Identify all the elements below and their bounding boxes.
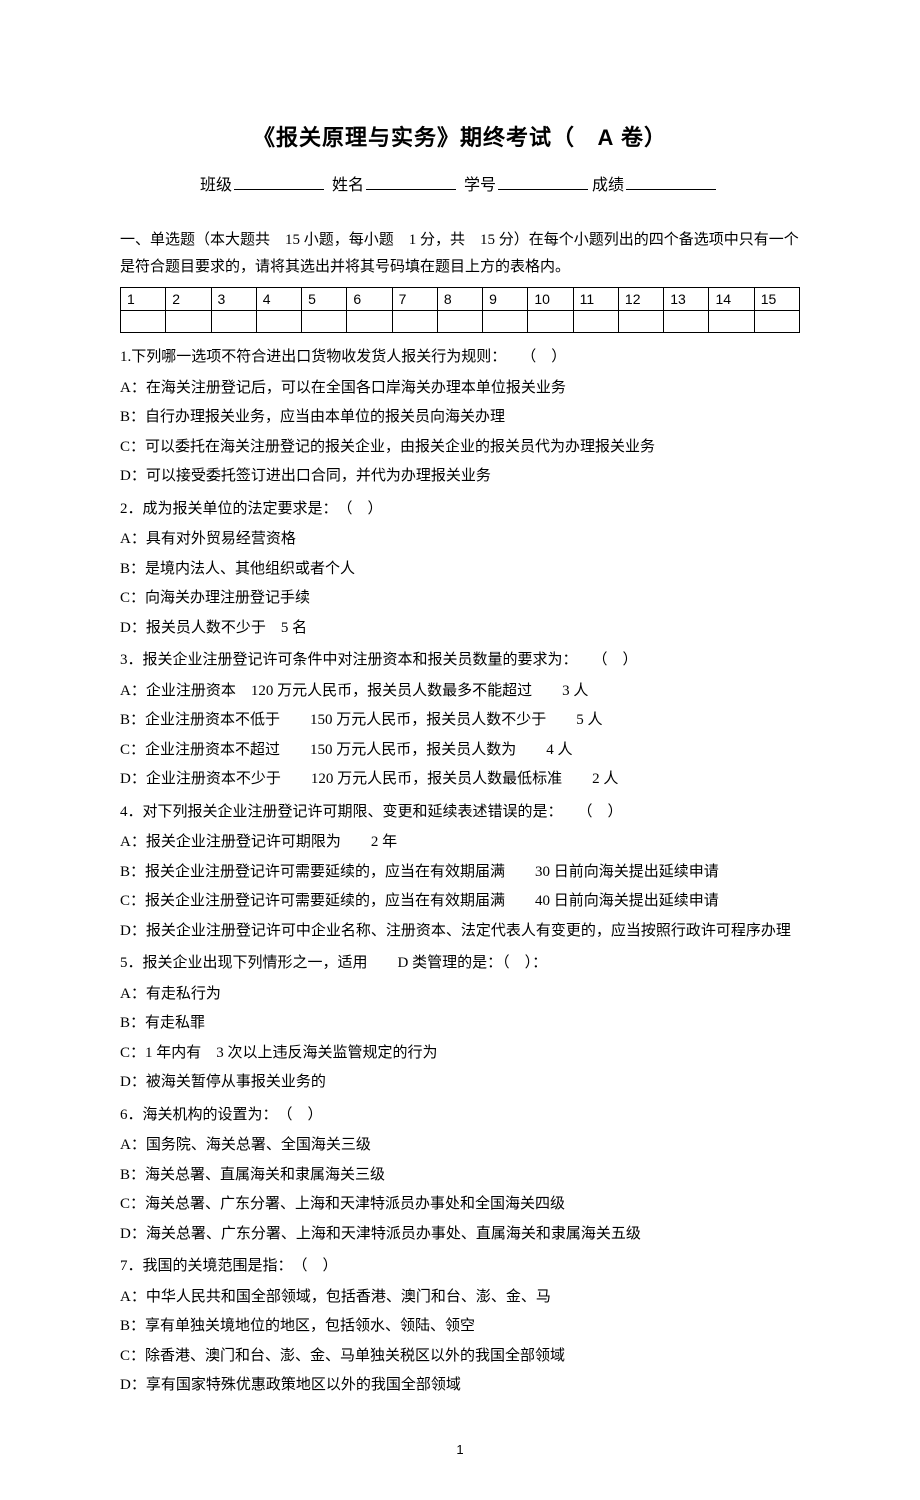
questions-container: 1.下列哪一选项不符合进出口货物收发货人报关行为规则： （ ）A：在海关注册登记… <box>120 343 800 1400</box>
question-option: A：具有对外贸易经营资格 <box>120 525 800 554</box>
grid-header: 2 <box>166 287 211 310</box>
question-option: D：可以接受委托签订进出口合同，并代为办理报关业务 <box>120 462 800 491</box>
question-stem: 1.下列哪一选项不符合进出口货物收发货人报关行为规则： （ ） <box>120 343 800 372</box>
title-main: 《报关原理与实务》期终考试（ <box>253 125 575 150</box>
grid-cell[interactable] <box>664 311 709 333</box>
question-option: B：享有单独关境地位的地区，包括领水、领陆、领空 <box>120 1312 800 1341</box>
question-option: C：企业注册资本不超过 150 万元人民币，报关员人数为 4 人 <box>120 736 800 765</box>
question-option: D：海关总署、广东分署、上海和天津特派员办事处、直属海关和隶属海关五级 <box>120 1220 800 1249</box>
grid-cell[interactable] <box>437 311 482 333</box>
grid-header: 12 <box>618 287 663 310</box>
answer-grid-header-row: 1 2 3 4 5 6 7 8 9 10 11 12 13 14 15 <box>121 287 800 310</box>
grid-header: 9 <box>483 287 528 310</box>
question-option: B：是境内法人、其他组织或者个人 <box>120 555 800 584</box>
question-option: C：向海关办理注册登记手续 <box>120 584 800 613</box>
question-stem: 2．成为报关单位的法定要求是： （ ） <box>120 495 800 524</box>
class-label: 班级 <box>200 177 232 194</box>
exam-title: 《报关原理与实务》期终考试（ A 卷） <box>120 120 800 155</box>
question-option: D：被海关暂停从事报关业务的 <box>120 1068 800 1097</box>
class-blank[interactable] <box>234 174 324 190</box>
grid-cell[interactable] <box>256 311 301 333</box>
question-option: D：企业注册资本不少于 120 万元人民币，报关员人数最低标准 2 人 <box>120 765 800 794</box>
id-label: 学号 <box>464 177 496 194</box>
grid-header: 7 <box>392 287 437 310</box>
paper-label: A <box>598 125 615 150</box>
grid-header: 5 <box>302 287 347 310</box>
question-option: A：中华人民共和国全部领域，包括香港、澳门和台、澎、金、马 <box>120 1283 800 1312</box>
grid-cell[interactable] <box>754 311 799 333</box>
grid-header: 6 <box>347 287 392 310</box>
grid-header: 11 <box>573 287 618 310</box>
question-stem: 5．报关企业出现下列情形之一，适用 D 类管理的是：（ ）： <box>120 949 800 978</box>
grid-header: 15 <box>754 287 799 310</box>
title-suffix: 卷） <box>621 125 667 150</box>
grid-cell[interactable] <box>618 311 663 333</box>
grid-header: 1 <box>121 287 166 310</box>
question-stem: 4．对下列报关企业注册登记许可期限、变更和延续表述错误的是： （ ） <box>120 798 800 827</box>
question-option: A：报关企业注册登记许可期限为 2 年 <box>120 828 800 857</box>
question-option: C：海关总署、广东分署、上海和天津特派员办事处和全国海关四级 <box>120 1190 800 1219</box>
question-option: B：有走私罪 <box>120 1009 800 1038</box>
question-option: A：企业注册资本 120 万元人民币，报关员人数最多不能超过 3 人 <box>120 677 800 706</box>
answer-grid: 1 2 3 4 5 6 7 8 9 10 11 12 13 14 15 <box>120 287 800 333</box>
grid-cell[interactable] <box>483 311 528 333</box>
grid-cell[interactable] <box>302 311 347 333</box>
grid-cell[interactable] <box>211 311 256 333</box>
grid-cell[interactable] <box>709 311 754 333</box>
id-blank[interactable] <box>498 174 588 190</box>
question-option: D：报关员人数不少于 5 名 <box>120 614 800 643</box>
question-option: B：报关企业注册登记许可需要延续的，应当在有效期届满 30 日前向海关提出延续申… <box>120 858 800 887</box>
score-label: 成绩 <box>592 177 624 194</box>
question-option: C：报关企业注册登记许可需要延续的，应当在有效期届满 40 日前向海关提出延续申… <box>120 887 800 916</box>
grid-header: 3 <box>211 287 256 310</box>
question-option: D：报关企业注册登记许可中企业名称、注册资本、法定代表人有变更的，应当按照行政许… <box>120 917 800 946</box>
question-option: A：国务院、海关总署、全国海关三级 <box>120 1131 800 1160</box>
grid-header: 14 <box>709 287 754 310</box>
grid-cell[interactable] <box>347 311 392 333</box>
question-stem: 3．报关企业注册登记许可条件中对注册资本和报关员数量的要求为： （ ） <box>120 646 800 675</box>
grid-header: 10 <box>528 287 573 310</box>
question-option: C：可以委托在海关注册登记的报关企业，由报关企业的报关员代为办理报关业务 <box>120 433 800 462</box>
score-blank[interactable] <box>626 174 716 190</box>
grid-cell[interactable] <box>166 311 211 333</box>
question-option: B：企业注册资本不低于 150 万元人民币，报关员人数不少于 5 人 <box>120 706 800 735</box>
grid-header: 4 <box>256 287 301 310</box>
question-option: B：海关总署、直属海关和隶属海关三级 <box>120 1161 800 1190</box>
grid-header: 8 <box>437 287 482 310</box>
question-option: B：自行办理报关业务，应当由本单位的报关员向海关办理 <box>120 403 800 432</box>
student-info-line: 班级 姓名 学号 成绩 <box>120 173 800 199</box>
answer-grid-input-row <box>121 311 800 333</box>
grid-cell[interactable] <box>528 311 573 333</box>
question-option: A：在海关注册登记后，可以在全国各口岸海关办理本单位报关业务 <box>120 374 800 403</box>
question-stem: 7．我国的关境范围是指： （ ） <box>120 1252 800 1281</box>
page-number: 1 <box>120 1440 800 1461</box>
name-blank[interactable] <box>366 174 456 190</box>
grid-cell[interactable] <box>392 311 437 333</box>
grid-header: 13 <box>664 287 709 310</box>
question-stem: 6．海关机构的设置为： （ ） <box>120 1101 800 1130</box>
question-option: C：除香港、澳门和台、澎、金、马单独关税区以外的我国全部领域 <box>120 1342 800 1371</box>
question-option: A：有走私行为 <box>120 980 800 1009</box>
grid-cell[interactable] <box>573 311 618 333</box>
name-label: 姓名 <box>332 177 364 194</box>
grid-cell[interactable] <box>121 311 166 333</box>
section-1-intro: 一、单选题（本大题共 15 小题，每小题 1 分，共 15 分）在每个小题列出的… <box>120 227 800 281</box>
question-option: D：享有国家特殊优惠政策地区以外的我国全部领域 <box>120 1371 800 1400</box>
question-option: C：1 年内有 3 次以上违反海关监管规定的行为 <box>120 1039 800 1068</box>
